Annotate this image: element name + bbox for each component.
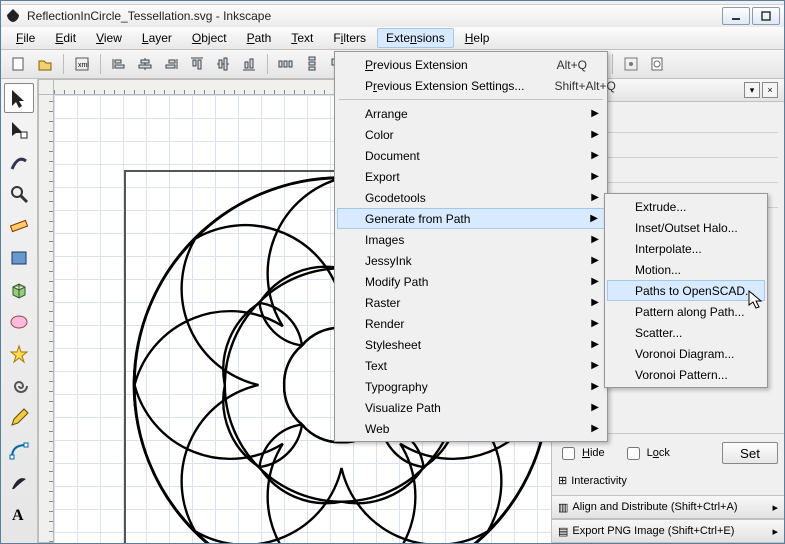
measure-tool[interactable] xyxy=(4,211,34,241)
ext-gcodetools[interactable]: Gcodetools▶ xyxy=(337,187,605,208)
menu-object[interactable]: Object xyxy=(183,28,236,48)
menu-file[interactable]: File xyxy=(7,28,44,48)
text-tool[interactable]: A xyxy=(4,499,34,529)
star-tool[interactable] xyxy=(4,339,34,369)
sub-voronoi-diagram-[interactable]: Voronoi Diagram... xyxy=(607,343,765,364)
sub-inset-outset-halo-[interactable]: Inset/Outset Halo... xyxy=(607,217,765,238)
tb-align-center-h-icon[interactable] xyxy=(133,52,157,76)
ruler-corner xyxy=(38,79,54,95)
ext-stylesheet[interactable]: Stylesheet▶ xyxy=(337,334,605,355)
menu-text[interactable]: Text xyxy=(282,28,322,48)
node-tool[interactable] xyxy=(4,115,34,145)
export-label: Export PNG Image (Shift+Ctrl+E) xyxy=(572,525,734,537)
minimize-button[interactable] xyxy=(722,7,750,25)
ext-typography[interactable]: Typography▶ xyxy=(337,376,605,397)
titlebar: ReflectionInCircle_Tessellation.svg - In… xyxy=(1,5,784,27)
svg-text:A: A xyxy=(12,507,24,524)
bezier-tool[interactable] xyxy=(4,435,34,465)
sub-scatter-[interactable]: Scatter... xyxy=(607,322,765,343)
tb-doc-props-icon[interactable] xyxy=(645,52,669,76)
ext-jessyink[interactable]: JessyInk▶ xyxy=(337,250,605,271)
sub-paths-to-openscad-[interactable]: Paths to OpenSCAD... xyxy=(607,280,765,301)
align-panel-header[interactable]: ▥ Align and Distribute (Shift+Ctrl+A) ▸ xyxy=(552,495,784,519)
menu-filters[interactable]: Filters xyxy=(324,28,375,48)
sub-extrude-[interactable]: Extrude... xyxy=(607,196,765,217)
generate-from-path-submenu[interactable]: Extrude...Inset/Outset Halo...Interpolat… xyxy=(604,193,768,388)
svg-text:xml: xml xyxy=(78,62,89,69)
panel-expand-icon[interactable]: ▸ xyxy=(772,501,778,514)
panel-close-icon[interactable]: × xyxy=(762,82,778,98)
ext-visualize-path[interactable]: Visualize Path▶ xyxy=(337,397,605,418)
tb-new-icon[interactable] xyxy=(7,52,31,76)
tb-open-icon[interactable] xyxy=(33,52,57,76)
menu-edit[interactable]: Edit xyxy=(46,28,85,48)
menu-view[interactable]: View xyxy=(87,28,131,48)
pencil-tool[interactable] xyxy=(4,403,34,433)
3dbox-tool[interactable] xyxy=(4,275,34,305)
tb-xml-icon[interactable]: xml xyxy=(70,52,94,76)
tweak-tool[interactable] xyxy=(4,147,34,177)
ext-images[interactable]: Images▶ xyxy=(337,229,605,250)
menu-path[interactable]: Path xyxy=(238,28,281,48)
sub-pattern-along-path-[interactable]: Pattern along Path... xyxy=(607,301,765,322)
tb-distribute-h-icon[interactable] xyxy=(274,52,298,76)
sub-voronoi-pattern-[interactable]: Voronoi Pattern... xyxy=(607,364,765,385)
panel-expand-icon[interactable]: ▸ xyxy=(772,525,778,538)
panel-minimize-icon[interactable]: ▾ xyxy=(744,82,760,98)
ext-raster[interactable]: Raster▶ xyxy=(337,292,605,313)
tb-align-left-icon[interactable] xyxy=(107,52,131,76)
ext-render[interactable]: Render▶ xyxy=(337,313,605,334)
spiral-tool[interactable] xyxy=(4,371,34,401)
selector-tool[interactable] xyxy=(4,83,34,113)
calligraphy-tool[interactable] xyxy=(4,467,34,497)
menu-help[interactable]: Help xyxy=(456,28,499,48)
zoom-tool[interactable] xyxy=(4,179,34,209)
menu-extensions[interactable]: Extensions xyxy=(377,28,454,48)
menu-layer[interactable]: Layer xyxy=(133,28,181,48)
window-controls xyxy=(722,7,780,25)
ext-previous-extension[interactable]: Previous ExtensionAlt+Q xyxy=(337,54,605,75)
ext-export[interactable]: Export▶ xyxy=(337,166,605,187)
tb-align-top-icon[interactable] xyxy=(185,52,209,76)
ext-generate-from-path[interactable]: Generate from Path▶ xyxy=(337,208,605,229)
tb-align-right-icon[interactable] xyxy=(159,52,183,76)
tb-snap-icon[interactable] xyxy=(619,52,643,76)
ext-text[interactable]: Text▶ xyxy=(337,355,605,376)
interactivity-label: Interactivity xyxy=(571,475,627,487)
export-panel-header[interactable]: ▤ Export PNG Image (Shift+Ctrl+E) ▸ xyxy=(552,519,784,543)
interactivity-group[interactable]: ⊞ Interactivity xyxy=(552,470,784,495)
extensions-menu[interactable]: Previous ExtensionAlt+QPrevious Extensio… xyxy=(334,51,608,442)
ext-previous-extension-settings-[interactable]: Previous Extension Settings...Shift+Alt+… xyxy=(337,75,605,96)
window-title: ReflectionInCircle_Tessellation.svg - In… xyxy=(27,9,271,23)
hide-checkbox[interactable]: Hide xyxy=(558,444,605,463)
toolbox: A xyxy=(1,79,38,543)
inkscape-window: ReflectionInCircle_Tessellation.svg - In… xyxy=(0,0,785,544)
set-button[interactable]: Set xyxy=(722,442,778,464)
ext-arrange[interactable]: Arrange▶ xyxy=(337,103,605,124)
tb-align-bottom-icon[interactable] xyxy=(237,52,261,76)
export-icon: ▤ xyxy=(558,525,568,538)
expand-icon[interactable]: ⊞ xyxy=(558,474,567,487)
lock-checkbox[interactable]: Lock xyxy=(623,444,670,463)
tb-align-center-v-icon[interactable] xyxy=(211,52,235,76)
ext-modify-path[interactable]: Modify Path▶ xyxy=(337,271,605,292)
tb-distribute-v-icon[interactable] xyxy=(300,52,324,76)
ext-document[interactable]: Document▶ xyxy=(337,145,605,166)
menubar[interactable]: FileEditViewLayerObjectPathTextFiltersEx… xyxy=(1,27,784,50)
app-icon xyxy=(5,8,21,24)
sub-interpolate-[interactable]: Interpolate... xyxy=(607,238,765,259)
maximize-button[interactable] xyxy=(752,7,780,25)
sub-motion-[interactable]: Motion... xyxy=(607,259,765,280)
ext-web[interactable]: Web▶ xyxy=(337,418,605,439)
align-icon: ▥ xyxy=(558,501,568,514)
ellipse-tool[interactable] xyxy=(4,307,34,337)
ext-color[interactable]: Color▶ xyxy=(337,124,605,145)
rect-tool[interactable] xyxy=(4,243,34,273)
align-label: Align and Distribute (Shift+Ctrl+A) xyxy=(572,501,737,513)
ruler-vertical[interactable] xyxy=(38,95,54,543)
